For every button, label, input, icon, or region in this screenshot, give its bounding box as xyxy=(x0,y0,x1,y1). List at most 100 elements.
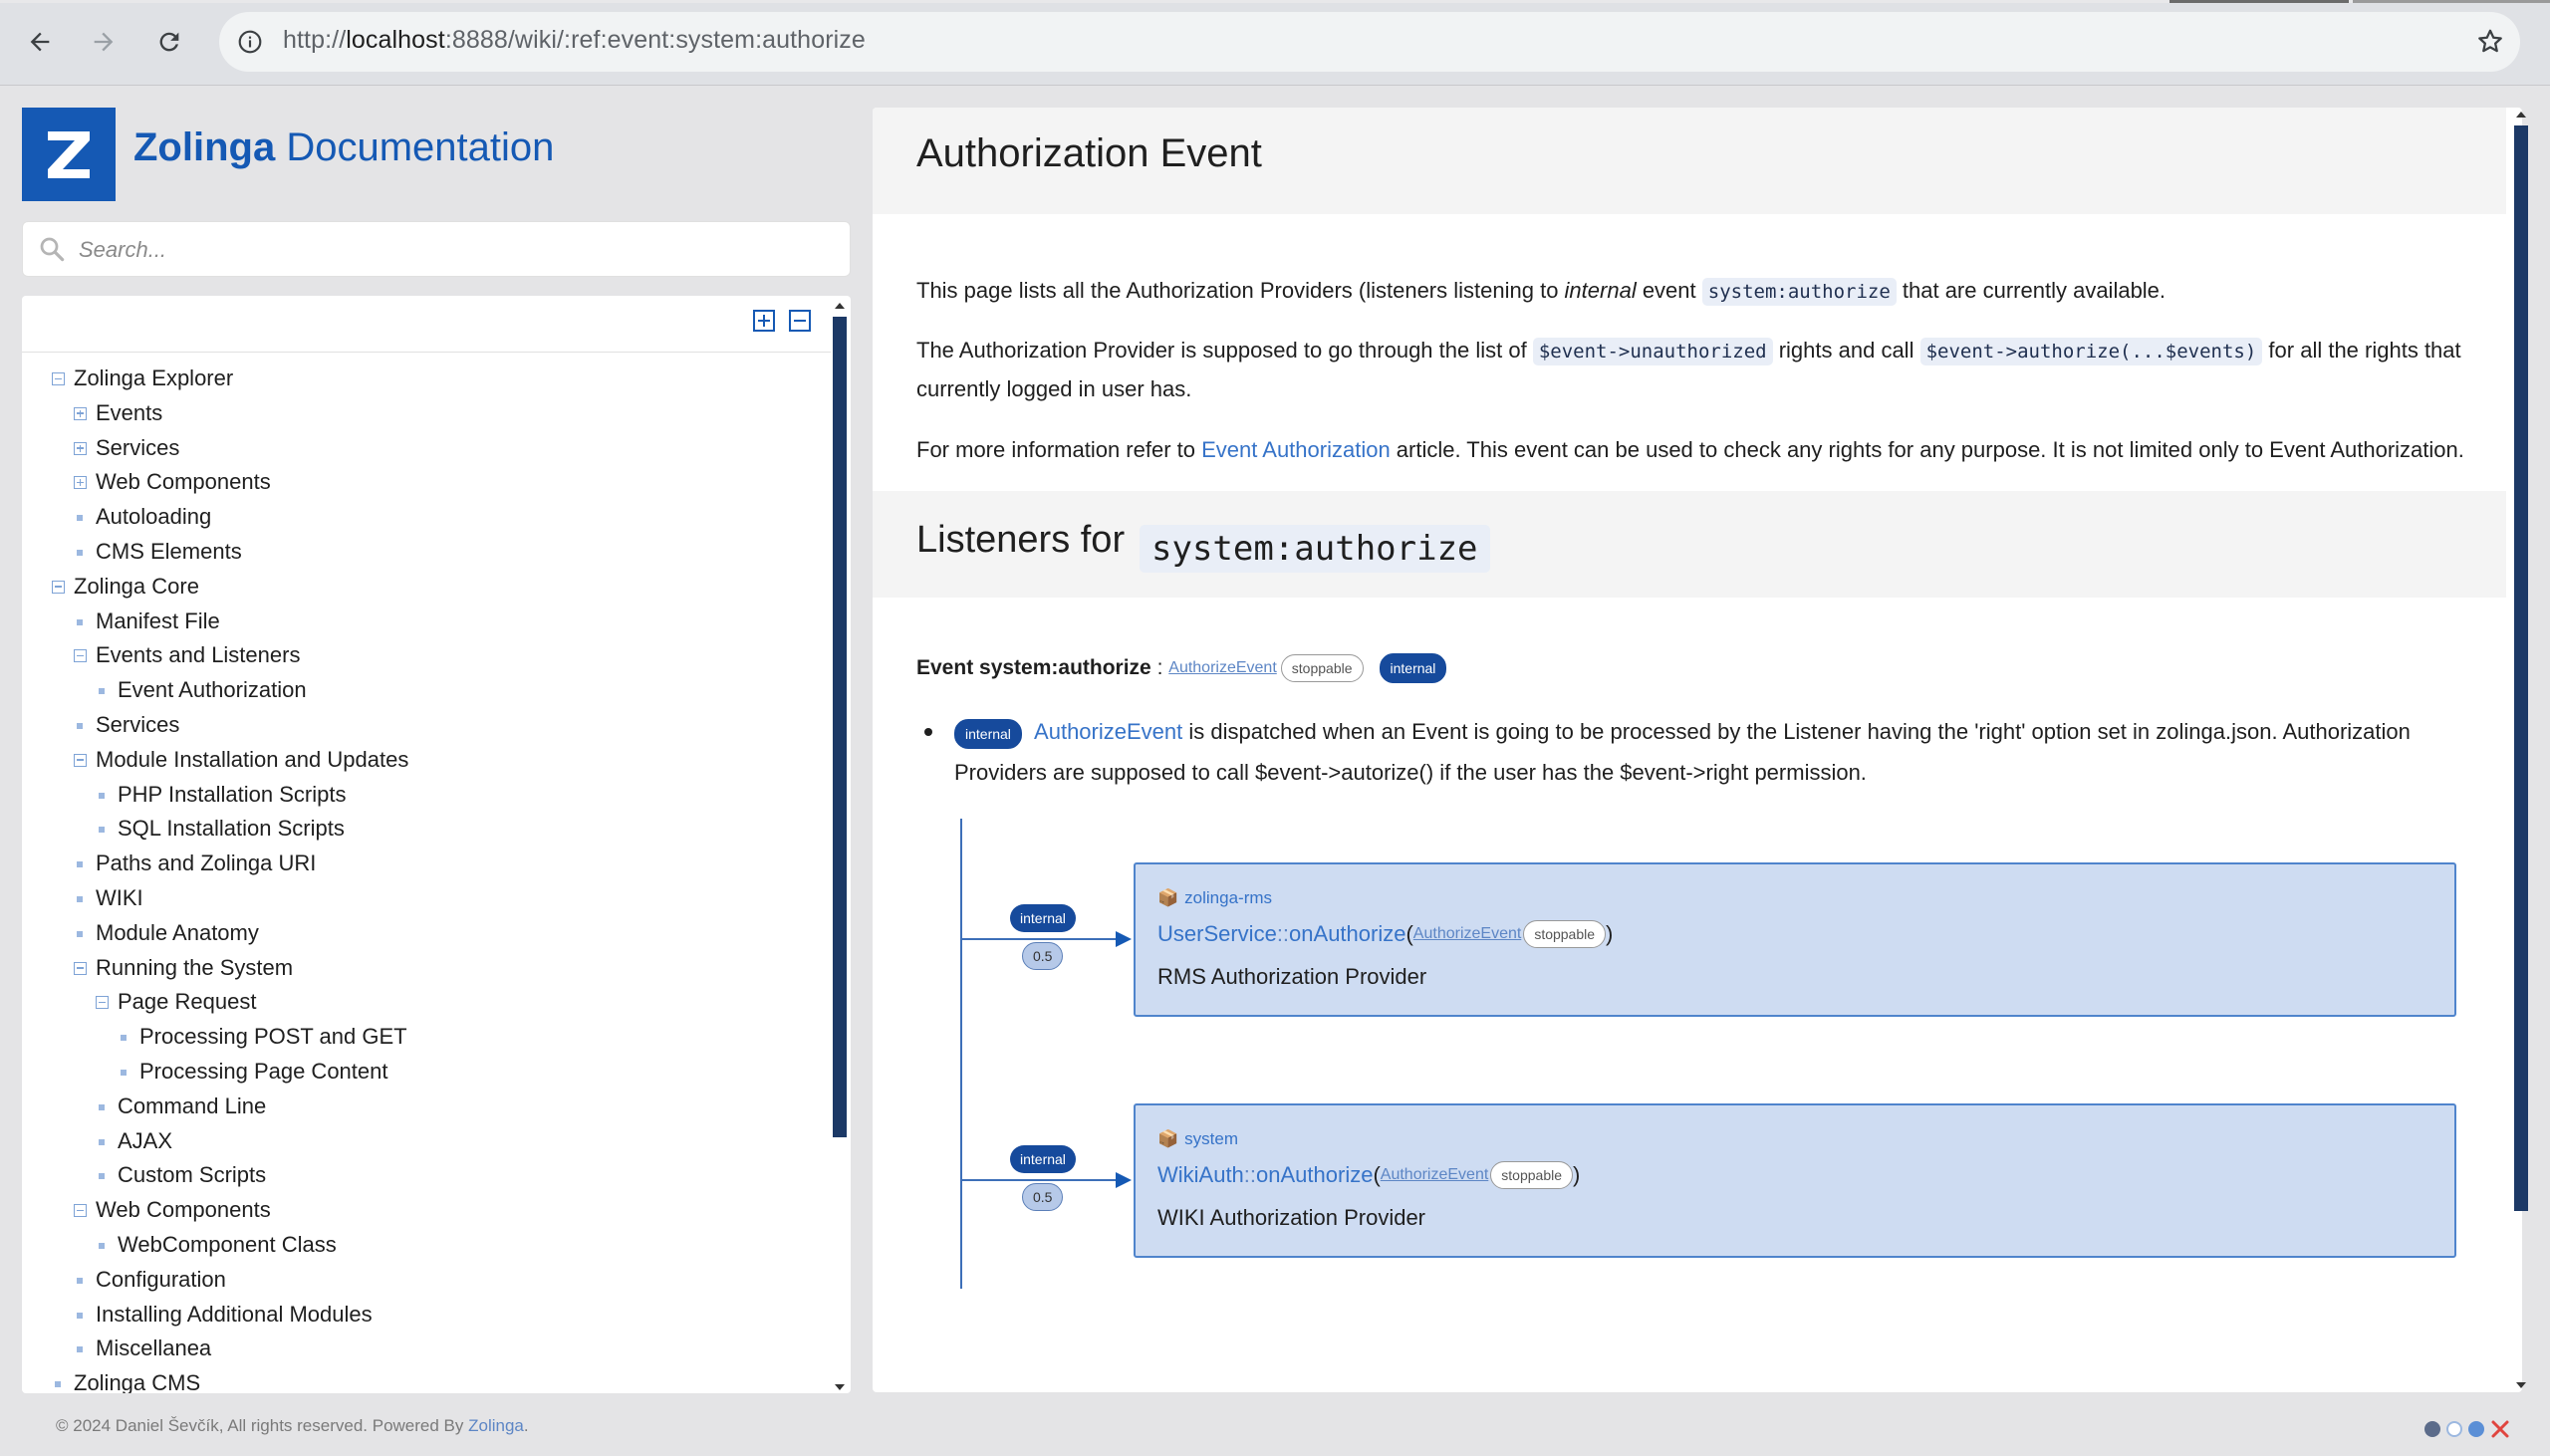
tree-item-label[interactable]: PHP Installation Scripts xyxy=(118,778,346,813)
tree-item[interactable]: Web Components xyxy=(22,465,831,500)
tree-item[interactable]: Events xyxy=(22,396,831,431)
tree-item-label[interactable]: Module Installation and Updates xyxy=(96,743,408,778)
tree-item[interactable]: WIKI xyxy=(22,881,831,916)
listener-card[interactable]: 📦 zolinga-rms UserService:: onAuthorize(Au… xyxy=(1134,862,2456,1017)
url-text[interactable]: http://localhost:8888/wiki/:ref:event:sy… xyxy=(283,26,866,55)
address-bar[interactable]: http://localhost:8888/wiki/:ref:event:sy… xyxy=(219,12,2520,72)
listener-method-link[interactable]: onAuthorize xyxy=(1256,1162,1373,1188)
collapse-icon[interactable] xyxy=(96,996,109,1010)
tree-item-label[interactable]: Events and Listeners xyxy=(96,638,300,673)
tree-item-label[interactable]: Zolinga Explorer xyxy=(74,362,233,396)
tree-item[interactable]: Zolinga CMS xyxy=(22,1366,831,1393)
tree-item[interactable]: Miscellanea xyxy=(22,1332,831,1366)
tree-item[interactable]: WebComponent Class xyxy=(22,1228,831,1263)
tree-item-label[interactable]: CMS Elements xyxy=(96,535,242,570)
scroll-down-icon[interactable] xyxy=(835,1384,845,1390)
expand-icon[interactable] xyxy=(74,441,87,455)
scroll-down-icon[interactable] xyxy=(2516,1382,2526,1388)
expand-icon[interactable] xyxy=(74,476,87,490)
scroll-up-icon[interactable] xyxy=(835,303,845,309)
event-authorization-link[interactable]: Event Authorization xyxy=(1201,437,1391,462)
tree-item-label[interactable]: Module Anatomy xyxy=(96,916,259,951)
collapse-all-icon[interactable] xyxy=(789,310,811,332)
site-title[interactable]: Zolinga Documentation xyxy=(133,125,554,170)
tree-item-label[interactable]: Web Components xyxy=(96,1193,271,1228)
tree-item[interactable]: AJAX xyxy=(22,1124,831,1159)
sidebar-scrollbar[interactable] xyxy=(833,299,847,1394)
tree-item[interactable]: Autoloading xyxy=(22,500,831,535)
scrollbar-thumb[interactable] xyxy=(2514,125,2528,1211)
reload-button[interactable] xyxy=(149,22,189,62)
forward-button[interactable] xyxy=(84,22,124,62)
tree-item[interactable]: Custom Scripts xyxy=(22,1158,831,1193)
tree-item-label[interactable]: Command Line xyxy=(118,1090,266,1124)
tree-item[interactable]: Command Line xyxy=(22,1090,831,1124)
tree-item-label[interactable]: Page Request xyxy=(118,985,256,1020)
expand-icon[interactable] xyxy=(74,406,87,420)
tree-item-label[interactable]: Zolinga CMS xyxy=(74,1366,200,1393)
param-class-link[interactable]: AuthorizeEvent xyxy=(1381,1166,1489,1184)
tree-item[interactable]: Services xyxy=(22,431,831,466)
search-input[interactable] xyxy=(77,230,834,270)
tree-item[interactable]: Zolinga Core xyxy=(22,570,831,605)
tree-item-label[interactable]: Event Authorization xyxy=(118,673,307,708)
tree-item-label[interactable]: Processing Page Content xyxy=(139,1055,388,1090)
tree-item-label[interactable]: Running the System xyxy=(96,951,293,986)
tree-item[interactable]: Running the System xyxy=(22,951,831,986)
search-box[interactable] xyxy=(22,221,851,277)
tree-item[interactable]: Manifest File xyxy=(22,605,831,639)
collapse-icon[interactable] xyxy=(74,753,87,767)
tree-item-label[interactable]: Zolinga Core xyxy=(74,570,199,605)
tree-item-label[interactable]: WebComponent Class xyxy=(118,1228,337,1263)
tree-item[interactable]: Services xyxy=(22,708,831,743)
tree-item-label[interactable]: Manifest File xyxy=(96,605,220,639)
tree-item[interactable]: Installing Additional Modules xyxy=(22,1298,831,1333)
tree-item[interactable]: SQL Installation Scripts xyxy=(22,812,831,847)
collapse-icon[interactable] xyxy=(52,580,65,594)
back-button[interactable] xyxy=(20,22,60,62)
tree-item[interactable]: Event Authorization xyxy=(22,673,831,708)
scrollbar-thumb[interactable] xyxy=(833,317,847,1137)
listener-class-link[interactable]: WikiAuth xyxy=(1157,1162,1244,1188)
powered-by-link[interactable]: Zolinga xyxy=(468,1416,524,1435)
tree-item-label[interactable]: Paths and Zolinga URI xyxy=(96,847,316,881)
tree-item-label[interactable]: WIKI xyxy=(96,881,143,916)
tree-item[interactable]: Configuration xyxy=(22,1263,831,1298)
listener-card[interactable]: 📦 system WikiAuth:: onAuthorize(AuthorizeE… xyxy=(1134,1103,2456,1258)
tree-item[interactable]: Module Installation and Updates xyxy=(22,743,831,778)
scroll-up-icon[interactable] xyxy=(2516,112,2526,118)
tree-item-label[interactable]: Web Components xyxy=(96,465,271,500)
bookmark-star-icon[interactable] xyxy=(2472,24,2508,60)
content-scrollbar[interactable] xyxy=(2514,108,2528,1392)
tree-item[interactable]: CMS Elements xyxy=(22,535,831,570)
tree-item-label[interactable]: Custom Scripts xyxy=(118,1158,266,1193)
tree-item-label[interactable]: Autoloading xyxy=(96,500,211,535)
tree-item[interactable]: Module Anatomy xyxy=(22,916,831,951)
tree-item-label[interactable]: Events xyxy=(96,396,162,431)
site-info-icon[interactable] xyxy=(233,25,267,59)
event-class-link[interactable]: AuthorizeEvent xyxy=(1168,659,1277,677)
collapse-icon[interactable] xyxy=(52,372,65,385)
tree-item[interactable]: Events and Listeners xyxy=(22,638,831,673)
tree-item[interactable]: Processing Page Content xyxy=(22,1055,831,1090)
listener-class-link[interactable]: UserService xyxy=(1157,921,1277,947)
tree-item-label[interactable]: AJAX xyxy=(118,1124,172,1159)
tree-item[interactable]: Web Components xyxy=(22,1193,831,1228)
tree-item-label[interactable]: Installing Additional Modules xyxy=(96,1298,373,1333)
tree-item[interactable]: Zolinga Explorer xyxy=(22,362,831,396)
logo[interactable] xyxy=(22,108,116,201)
collapse-icon[interactable] xyxy=(74,649,87,663)
tree-item[interactable]: Paths and Zolinga URI xyxy=(22,847,831,881)
collapse-icon[interactable] xyxy=(74,1204,87,1218)
tree-item-label[interactable]: Services xyxy=(96,708,179,743)
collapse-icon[interactable] xyxy=(74,961,87,975)
tree-item-label[interactable]: Configuration xyxy=(96,1263,226,1298)
param-class-link[interactable]: AuthorizeEvent xyxy=(1413,925,1522,943)
tree-item-label[interactable]: Miscellanea xyxy=(96,1332,211,1366)
tree-item-label[interactable]: SQL Installation Scripts xyxy=(118,812,345,847)
expand-all-icon[interactable] xyxy=(753,310,775,332)
tree-item[interactable]: Page Request xyxy=(22,985,831,1020)
tree-item[interactable]: Processing POST and GET xyxy=(22,1020,831,1055)
tree-item[interactable]: PHP Installation Scripts xyxy=(22,778,831,813)
tree-item-label[interactable]: Processing POST and GET xyxy=(139,1020,407,1055)
